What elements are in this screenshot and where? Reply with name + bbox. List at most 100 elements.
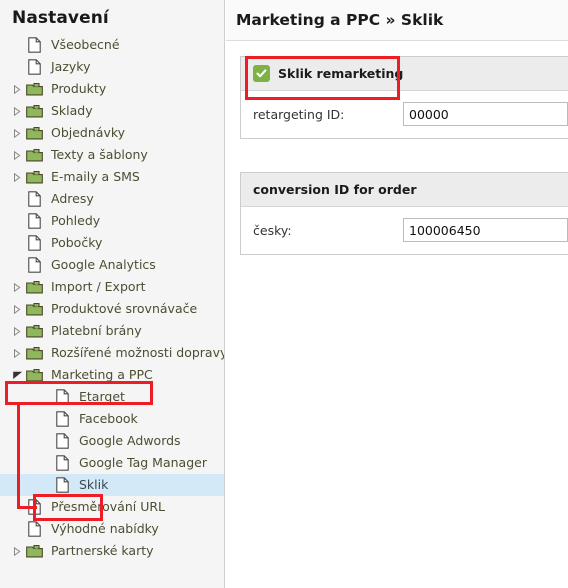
sidebar-item-etarget[interactable]: Etarget: [0, 386, 224, 408]
sidebar-item-e-maily-a-sms[interactable]: E-maily a SMS: [0, 166, 224, 188]
sidebar-item-label: Platební brány: [51, 323, 142, 338]
folder-icon: [24, 540, 44, 562]
sidebar-item-google-analytics[interactable]: Google Analytics: [0, 254, 224, 276]
sidebar-item-label: Výhodné nabídky: [51, 521, 159, 536]
sidebar-item-label: Import / Export: [51, 279, 146, 294]
panel-header-conversion: conversion ID for order: [241, 173, 568, 207]
file-icon: [24, 188, 44, 210]
chevron-right-icon[interactable]: [10, 144, 24, 166]
panel-header-remarketing[interactable]: Sklik remarketing: [241, 57, 568, 91]
sidebar-item-v-hodn-nab-dky[interactable]: Výhodné nabídky: [0, 518, 224, 540]
panel-title-remarketing: Sklik remarketing: [278, 66, 404, 81]
file-icon: [52, 430, 72, 452]
sidebar-item-label: E-maily a SMS: [51, 169, 140, 184]
folder-icon: [24, 78, 44, 100]
file-icon: [24, 518, 44, 540]
sidebar-item-label: Pobočky: [51, 235, 103, 250]
sidebar-item-import-export[interactable]: Import / Export: [0, 276, 224, 298]
sidebar-item-label: Google Adwords: [79, 433, 181, 448]
folder-icon: [24, 144, 44, 166]
sidebar-item-google-tag-manager[interactable]: Google Tag Manager: [0, 452, 224, 474]
sidebar-item-google-adwords[interactable]: Google Adwords: [0, 430, 224, 452]
panel-title-conversion: conversion ID for order: [253, 182, 417, 197]
retargeting-id-label: retargeting ID:: [253, 106, 345, 122]
chevron-right-icon[interactable]: [10, 166, 24, 188]
sidebar-item-partnersk-karty[interactable]: Partnerské karty: [0, 540, 224, 562]
sidebar-item-label: Objednávky: [51, 125, 126, 140]
sidebar-item-sklik[interactable]: Sklik: [0, 474, 224, 496]
settings-nav-list: Všeobecné Jazyky Produkty Sklady Objednávky T…: [0, 34, 224, 562]
sidebar-item-label: Pohledy: [51, 213, 101, 228]
file-icon: [24, 210, 44, 232]
sidebar-item-adresy[interactable]: Adresy: [0, 188, 224, 210]
panel-sklik-remarketing: Sklik remarketing retargeting ID:: [240, 56, 568, 139]
file-icon: [52, 408, 72, 430]
sidebar-item-produkty[interactable]: Produkty: [0, 78, 224, 100]
sidebar-item-label: Texty a šablony: [51, 147, 148, 162]
sidebar-item-platebn-br-ny[interactable]: Platební brány: [0, 320, 224, 342]
file-icon: [24, 496, 44, 518]
file-icon: [52, 452, 72, 474]
sidebar-item-pohledy[interactable]: Pohledy: [0, 210, 224, 232]
folder-icon: [24, 298, 44, 320]
breadcrumb: Marketing a PPC » Sklik: [236, 11, 444, 29]
sidebar-item-p-esm-rov-n-url[interactable]: Přesměrování URL: [0, 496, 224, 518]
sidebar-item-label: Všeobecné: [51, 37, 120, 52]
chevron-down-icon[interactable]: [10, 364, 24, 386]
sidebar-item-label: Produkty: [51, 81, 107, 96]
sidebar-item-texty-a-ablony[interactable]: Texty a šablony: [0, 144, 224, 166]
sidebar-item-roz-en-mo-nosti-dopravy[interactable]: Rozšířené možnosti dopravy: [0, 342, 224, 364]
sidebar-item-produktov-srovn-va-e[interactable]: Produktové srovnávače: [0, 298, 224, 320]
folder-icon: [24, 320, 44, 342]
sidebar-item-facebook[interactable]: Facebook: [0, 408, 224, 430]
folder-icon: [24, 166, 44, 188]
sidebar-item-jazyky[interactable]: Jazyky: [0, 56, 224, 78]
sidebar-item-label: Adresy: [51, 191, 94, 206]
chevron-right-icon[interactable]: [10, 342, 24, 364]
sidebar-item-v-eobecn[interactable]: Všeobecné: [0, 34, 224, 56]
chevron-right-icon[interactable]: [10, 540, 24, 562]
sidebar-item-label: Rozšířené možnosti dopravy: [51, 345, 225, 360]
sidebar-item-label: Etarget: [79, 389, 125, 404]
file-icon: [24, 254, 44, 276]
file-icon: [52, 386, 72, 408]
content-header: Marketing a PPC » Sklik: [226, 0, 568, 41]
chevron-right-icon[interactable]: [10, 298, 24, 320]
chevron-right-icon[interactable]: [10, 122, 24, 144]
file-icon: [24, 232, 44, 254]
sidebar-item-label: Google Tag Manager: [79, 455, 207, 470]
sidebar-item-label: Facebook: [79, 411, 138, 426]
file-icon: [24, 34, 44, 56]
sidebar-item-pobo-ky[interactable]: Pobočky: [0, 232, 224, 254]
conversion-id-cesky-input[interactable]: [403, 218, 568, 242]
chevron-right-icon[interactable]: [10, 320, 24, 342]
sidebar-item-label: Sklik: [79, 477, 109, 492]
app-root: Nastavení Všeobecné Jazyky Produkty Sklady O…: [0, 0, 568, 588]
folder-icon: [24, 122, 44, 144]
sidebar-item-marketing-a-ppc[interactable]: Marketing a PPC: [0, 364, 224, 386]
folder-icon: [24, 276, 44, 298]
content-area: Marketing a PPC » Sklik Sklik remarketin…: [226, 0, 568, 588]
file-icon: [24, 56, 44, 78]
chevron-right-icon[interactable]: [10, 100, 24, 122]
sidebar-item-label: Jazyky: [51, 59, 91, 74]
sidebar-item-objedn-vky[interactable]: Objednávky: [0, 122, 224, 144]
sidebar-item-sklady[interactable]: Sklady: [0, 100, 224, 122]
sidebar-item-label: Partnerské karty: [51, 543, 154, 558]
folder-icon: [24, 342, 44, 364]
panel-conversion-id: conversion ID for order česky:: [240, 172, 568, 255]
sidebar-item-label: Marketing a PPC: [51, 367, 153, 382]
chevron-right-icon[interactable]: [10, 78, 24, 100]
retargeting-id-input[interactable]: [403, 102, 568, 126]
chevron-right-icon[interactable]: [10, 276, 24, 298]
checkbox-sklik-remarketing[interactable]: [253, 65, 270, 82]
